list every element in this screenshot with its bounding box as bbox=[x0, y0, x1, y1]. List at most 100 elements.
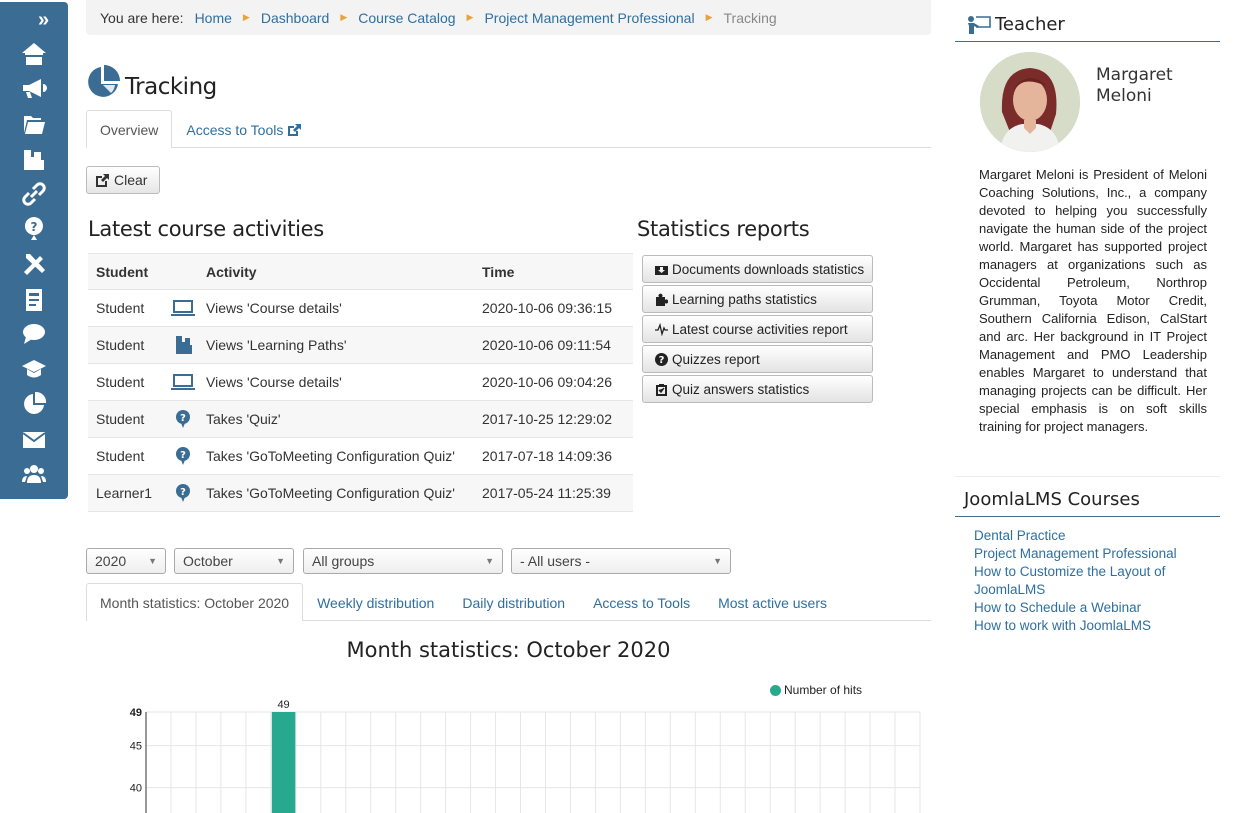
quiz-icon: ? bbox=[168, 474, 198, 512]
page-title: Tracking bbox=[86, 64, 217, 100]
latest-course-activities-report-button[interactable]: Latest course activities report bbox=[642, 315, 873, 343]
cell-student: Student bbox=[88, 363, 168, 401]
home-icon[interactable] bbox=[20, 40, 48, 68]
quiz-icon[interactable]: ? bbox=[20, 214, 48, 242]
cell-activity: Takes 'Quiz' bbox=[198, 400, 474, 438]
course-link[interactable]: How to Customize the Layout of JoomlaLMS bbox=[974, 564, 1165, 597]
courses-list: Dental Practice Project Management Profe… bbox=[974, 527, 1194, 635]
tracking-pie-icon[interactable] bbox=[20, 390, 48, 418]
cell-activity: Views 'Course details' bbox=[198, 363, 474, 401]
year-select[interactable]: 2020 ▼ bbox=[86, 548, 166, 574]
tracking-pie-icon bbox=[88, 65, 120, 97]
tab-access-to-tools[interactable]: Access to Tools bbox=[172, 110, 315, 148]
mail-icon[interactable] bbox=[20, 425, 48, 453]
statistics-tabs: Month statistics: October 2020 Weekly di… bbox=[86, 583, 931, 621]
teacher-presentation-icon bbox=[968, 15, 991, 34]
course-details-icon bbox=[168, 363, 198, 401]
breadcrumb-current: Tracking bbox=[723, 9, 777, 26]
chevron-down-icon: ▼ bbox=[276, 556, 285, 566]
learning-paths-statistics-button[interactable]: Learning paths statistics bbox=[642, 285, 873, 313]
main-sidebar: » ? bbox=[0, 2, 68, 499]
svg-text:?: ? bbox=[659, 355, 665, 366]
tab-access-to-tools-stats[interactable]: Access to Tools bbox=[579, 583, 704, 621]
tools-icon[interactable] bbox=[20, 250, 48, 278]
list-item: How to Schedule a Webinar bbox=[974, 599, 1194, 617]
folders-icon[interactable] bbox=[20, 110, 48, 138]
breadcrumb-separator-icon: ▶ bbox=[340, 12, 348, 22]
course-details-icon bbox=[168, 289, 198, 327]
course-link[interactable]: Dental Practice bbox=[974, 528, 1066, 543]
cell-time: 2017-10-25 12:29:02 bbox=[474, 400, 633, 438]
top-tabs: Overview Access to Tools bbox=[86, 110, 931, 148]
tab-weekly-distribution[interactable]: Weekly distribution bbox=[303, 583, 448, 621]
documents-downloads-statistics-button[interactable]: Documents downloads statistics bbox=[642, 255, 873, 283]
breadcrumb-course-catalog[interactable]: Course Catalog bbox=[358, 10, 455, 26]
table-row: Learner1 ? Takes 'GoToMeeting Configurat… bbox=[88, 474, 633, 512]
svg-text:?: ? bbox=[31, 220, 38, 234]
teacher-photo bbox=[980, 52, 1080, 152]
clear-button[interactable]: Clear bbox=[86, 166, 160, 194]
svg-text:?: ? bbox=[180, 413, 186, 424]
group-select[interactable]: All groups ▼ bbox=[303, 548, 503, 574]
expand-sidebar-icon[interactable]: » bbox=[38, 10, 49, 30]
documents-icon[interactable] bbox=[20, 286, 48, 314]
teacher-bio: Margaret Meloni is President of Meloni C… bbox=[979, 167, 1207, 434]
y-tick-label: 40 bbox=[130, 783, 142, 795]
column-header-student: Student bbox=[88, 253, 168, 290]
breadcrumb-dashboard[interactable]: Dashboard bbox=[261, 10, 330, 26]
user-select-value: - All users - bbox=[520, 553, 591, 569]
chat-icon[interactable] bbox=[20, 320, 48, 348]
cell-student: Student bbox=[88, 326, 168, 364]
users-icon[interactable] bbox=[20, 460, 48, 488]
puzzle-icon bbox=[656, 293, 668, 306]
tab-most-active-users[interactable]: Most active users bbox=[704, 583, 841, 621]
teacher-avatar bbox=[980, 52, 1080, 152]
tab-daily-distribution[interactable]: Daily distribution bbox=[448, 583, 579, 621]
tab-overview[interactable]: Overview bbox=[86, 110, 173, 148]
tab-month-statistics[interactable]: Month statistics: October 2020 bbox=[86, 583, 304, 621]
learning-paths-icon[interactable] bbox=[20, 146, 48, 174]
course-link[interactable]: How to Schedule a Webinar bbox=[974, 600, 1141, 615]
teacher-name: Margaret Meloni bbox=[1096, 65, 1173, 106]
breadcrumb-course[interactable]: Project Management Professional bbox=[484, 10, 694, 26]
cell-student: Student bbox=[88, 400, 168, 438]
y-tick-label: 45 bbox=[130, 741, 142, 753]
graduation-cap-icon[interactable] bbox=[20, 355, 48, 383]
cell-activity: Views 'Learning Paths' bbox=[198, 326, 474, 364]
quizzes-report-label: Quizzes report bbox=[672, 351, 760, 367]
breadcrumb-home[interactable]: Home bbox=[195, 10, 232, 26]
year-select-value: 2020 bbox=[95, 553, 127, 569]
table-row: Student ? Takes 'GoToMeeting Configurati… bbox=[88, 437, 633, 475]
course-link[interactable]: How to work with JoomlaLMS bbox=[974, 618, 1151, 633]
table-row: Student Views 'Course details' 2020-10-0… bbox=[88, 289, 633, 327]
link-icon[interactable] bbox=[20, 180, 48, 208]
statistics-heading: Statistics reports bbox=[637, 217, 810, 241]
month-select-value: October bbox=[183, 553, 233, 569]
page-title-text: Tracking bbox=[125, 74, 217, 100]
cell-activity: Views 'Course details' bbox=[198, 289, 474, 327]
download-box-icon bbox=[655, 265, 668, 275]
column-header-activity: Activity bbox=[198, 253, 474, 290]
y-tick-label: 49 bbox=[130, 707, 142, 719]
clipboard-check-icon bbox=[656, 383, 667, 396]
user-select[interactable]: - All users - ▼ bbox=[511, 548, 731, 574]
chart-title: Month statistics: October 2020 bbox=[346, 638, 671, 662]
megaphone-icon[interactable] bbox=[20, 74, 48, 102]
table-row: Student ? Takes 'Quiz' 2017-10-25 12:29:… bbox=[88, 400, 633, 438]
column-header-time: Time bbox=[474, 253, 633, 290]
list-item: Dental Practice bbox=[974, 527, 1194, 545]
quiz-answers-statistics-button[interactable]: Quiz answers statistics bbox=[642, 375, 873, 403]
column-header-icon bbox=[168, 253, 198, 290]
activities-table: Student Activity Time Student Views 'Cou… bbox=[88, 253, 633, 512]
cell-time: 2017-07-18 14:09:36 bbox=[474, 437, 633, 475]
courses-heading: JoomlaLMS Courses bbox=[955, 482, 1220, 517]
month-select[interactable]: October ▼ bbox=[174, 548, 294, 574]
cell-activity: Takes 'GoToMeeting Configuration Quiz' bbox=[198, 474, 474, 512]
cell-activity: Takes 'GoToMeeting Configuration Quiz' bbox=[198, 437, 474, 475]
latest-course-activities-report-label: Latest course activities report bbox=[672, 321, 848, 337]
course-link[interactable]: Project Management Professional bbox=[974, 546, 1177, 561]
table-row: Student Views 'Learning Paths' 2020-10-0… bbox=[88, 326, 633, 364]
quizzes-report-button[interactable]: ? Quizzes report bbox=[642, 345, 873, 373]
cell-time: 2020-10-06 09:04:26 bbox=[474, 363, 633, 401]
list-item: How to work with JoomlaLMS bbox=[974, 617, 1194, 635]
